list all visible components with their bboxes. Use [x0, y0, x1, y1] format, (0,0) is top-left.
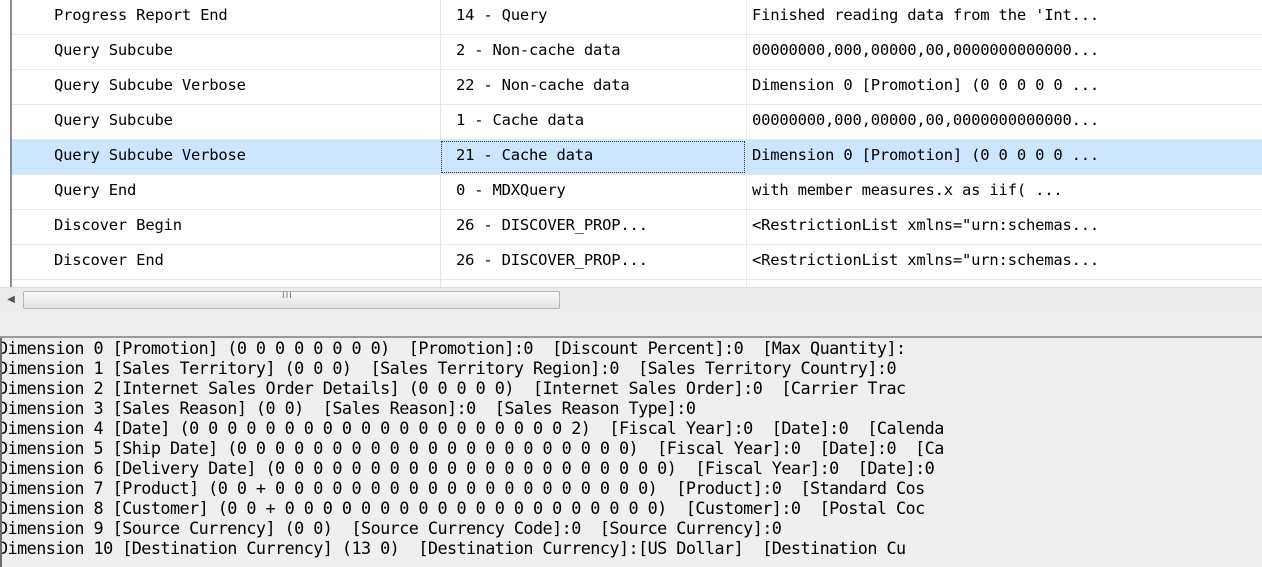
event-subclass-cell[interactable]: 0 - MDXQuery — [440, 175, 746, 209]
event-class-cell[interactable]: Discover End — [12, 245, 440, 279]
text-pane-line: Dimension 4 [Date] (0 0 0 0 0 0 0 0 0 0 … — [0, 418, 944, 438]
table-row[interactable]: Progress Report End 14 - Query Finished re… — [12, 0, 1262, 35]
event-class-cell[interactable]: Query Subcube — [12, 105, 440, 139]
horizontal-scrollbar[interactable]: ◀ III — [0, 287, 1262, 313]
event-class-cell[interactable]: Query Subcube Verbose — [12, 140, 440, 174]
event-class-cell[interactable]: Query Subcube Verbose — [12, 70, 440, 104]
table-row[interactable]: Discover Begin 26 - DISCOVER_PROP... <Rest… — [12, 210, 1262, 245]
event-class-cell[interactable]: Progress Report End — [12, 0, 440, 34]
event-class-cell[interactable]: Query Subcube — [12, 35, 440, 69]
text-pane-line: Dimension 1 [Sales Territory] (0 0 0) [S… — [0, 358, 897, 378]
event-subclass-cell[interactable]: 14 - Query — [440, 0, 746, 34]
scroll-left-arrow-icon[interactable]: ◀ — [2, 291, 20, 309]
text-data-cell[interactable]: with member measures.x as iif( ... — [746, 175, 1262, 209]
text-pane-line: Dimension 2 [Internet Sales Order Detail… — [0, 378, 906, 398]
text-pane-line: Dimension 3 [Sales Reason] (0 0) [Sales … — [0, 398, 696, 418]
event-subclass-cell[interactable]: 1 - Cache data — [440, 105, 746, 139]
text-pane-line: Dimension 7 [Product] (0 0 + 0 0 0 0 0 0… — [0, 478, 925, 498]
event-subclass-cell[interactable]: 21 - Cache data — [440, 140, 746, 174]
table-row[interactable]: Query Subcube Verbose 22 - Non-cache data… — [12, 70, 1262, 105]
text-data-cell[interactable]: 00000000,000,00000,00,0000000000000... — [746, 105, 1262, 139]
text-data-cell[interactable]: <RestrictionList xmlns="urn:schemas... — [746, 245, 1262, 279]
pane-splitter[interactable] — [0, 312, 1262, 338]
scrollbar-grip: III — [282, 291, 293, 301]
event-subclass-cell[interactable]: 26 - DISCOVER_PROP... — [440, 245, 746, 279]
table-row[interactable]: Query Subcube 2 - Non-cache data 00000000,… — [12, 35, 1262, 70]
table-row[interactable]: Query Subcube Verbose 21 - Cache data Dime… — [12, 140, 1262, 175]
event-subclass-cell[interactable]: 22 - Non-cache data — [440, 70, 746, 104]
event-class-cell[interactable]: Query End — [12, 175, 440, 209]
text-data-cell[interactable]: 00000000,000,00000,00,0000000000000... — [746, 35, 1262, 69]
text-pane-line: Dimension 0 [Promotion] (0 0 0 0 0 0 0 0… — [0, 338, 906, 358]
table-row[interactable]: Discover End 26 - DISCOVER_PROP... <Restri… — [12, 245, 1262, 280]
text-data-cell[interactable]: Dimension 0 [Promotion] (0 0 0 0 0 ... — [746, 140, 1262, 174]
table-row[interactable]: Query End 0 - MDXQuery with member measure… — [12, 175, 1262, 210]
text-pane-line: Dimension 10 [Destination Currency] (13 … — [0, 538, 906, 558]
text-pane-line: Dimension 8 [Customer] (0 0 + 0 0 0 0 0 … — [0, 498, 925, 518]
text-data-cell[interactable]: <RestrictionList xmlns="urn:schemas... — [746, 210, 1262, 244]
event-subclass-cell[interactable]: 26 - DISCOVER_PROP... — [440, 210, 746, 244]
text-data-cell[interactable]: Dimension 0 [Promotion] (0 0 0 0 0 ... — [746, 70, 1262, 104]
event-text-pane[interactable]: Dimension 0 [Promotion] (0 0 0 0 0 0 0 0… — [0, 338, 1262, 567]
text-pane-line: Dimension 5 [Ship Date] (0 0 0 0 0 0 0 0… — [0, 438, 944, 458]
text-pane-line: Dimension 6 [Delivery Date] (0 0 0 0 0 0… — [0, 458, 935, 478]
text-data-cell[interactable]: Finished reading data from the 'Int... — [746, 0, 1262, 34]
trace-grid: Progress Report End 14 - Query Finished re… — [0, 0, 1262, 287]
event-subclass-cell[interactable]: 2 - Non-cache data — [440, 35, 746, 69]
event-class-cell[interactable]: Discover Begin — [12, 210, 440, 244]
table-row[interactable]: Query Subcube 1 - Cache data 00000000,000,… — [12, 105, 1262, 140]
text-pane-line: Dimension 9 [Source Currency] (0 0) [Sou… — [0, 518, 782, 538]
